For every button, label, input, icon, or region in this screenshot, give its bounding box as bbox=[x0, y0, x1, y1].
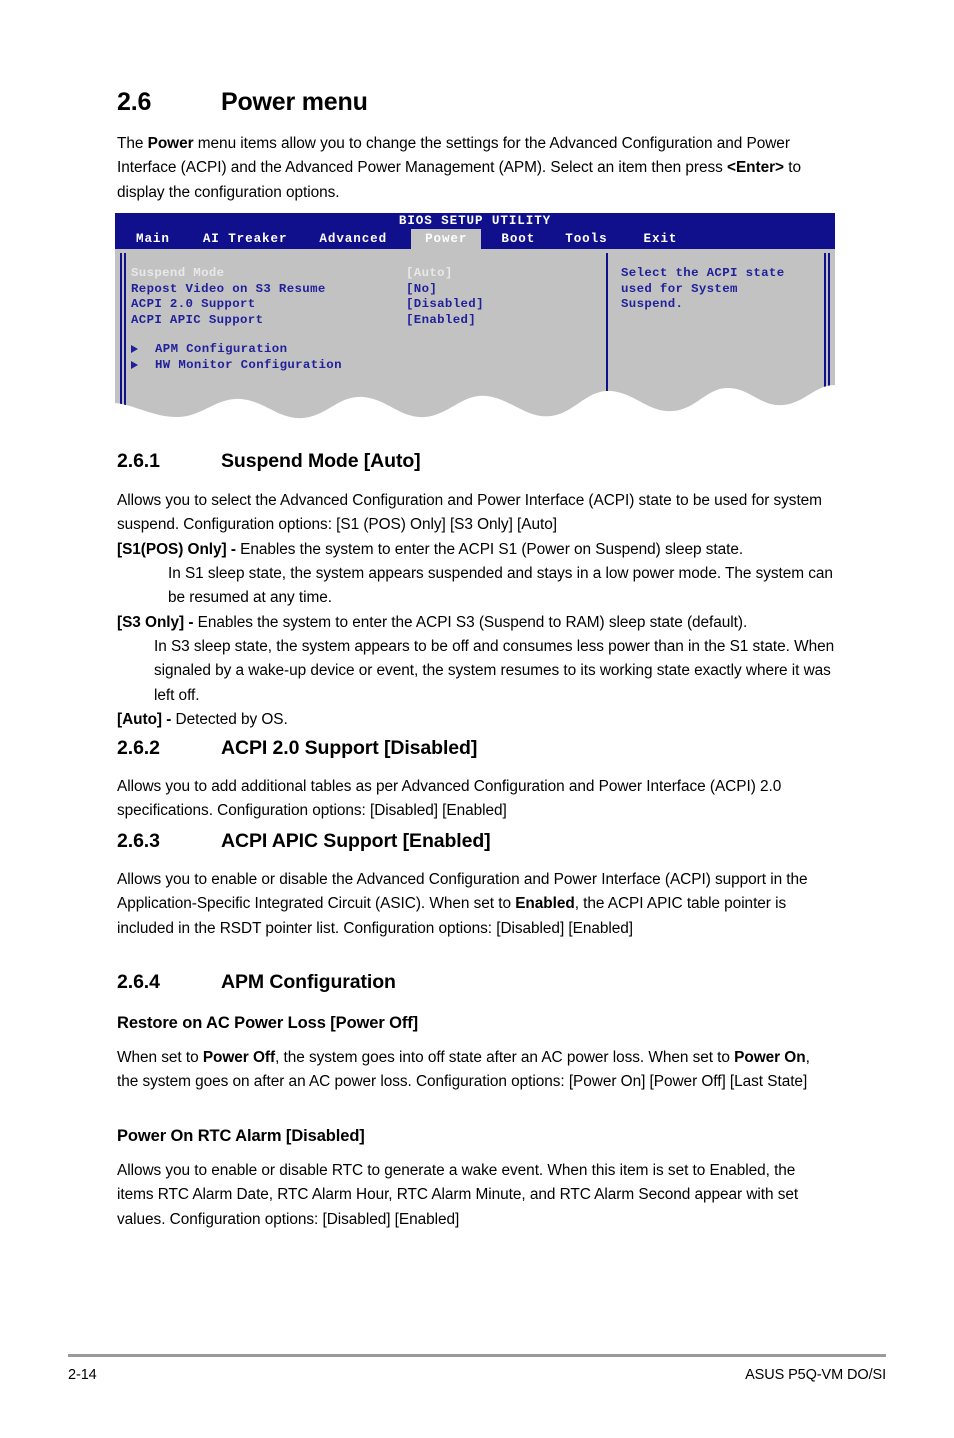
bios-setting-row[interactable]: ACPI APIC Support [Enabled] bbox=[131, 313, 601, 329]
s261-option-s1: [S1(POS) Only] - Enables the system to e… bbox=[117, 541, 744, 558]
bios-tab-exit[interactable]: Exit bbox=[636, 229, 686, 249]
subsection-title: ACPI APIC Support [Enabled] bbox=[221, 830, 491, 852]
section-intro-paragraph: The Power menu items allow you to change… bbox=[117, 135, 801, 201]
subsection-number: 2.6.2 bbox=[117, 737, 160, 759]
page-title: 2.6 Power menu bbox=[117, 88, 368, 117]
section-title: Power menu bbox=[221, 88, 368, 116]
bios-setting-row[interactable]: ACPI 2.0 Support [Disabled] bbox=[131, 297, 601, 313]
bios-tab-tools[interactable]: Tools bbox=[557, 229, 615, 249]
subsection-title: ACPI 2.0 Support [Disabled] bbox=[221, 737, 478, 759]
bios-panel-divider bbox=[606, 253, 608, 420]
heading-2-6-1: 2.6.1 Suspend Mode [Auto] bbox=[117, 450, 421, 473]
bios-setting-row[interactable]: Repost Video on S3 Resume [No] bbox=[131, 282, 601, 298]
heading-2-6-2: 2.6.2 ACPI 2.0 Support [Disabled] bbox=[117, 737, 477, 760]
s261-option-s1-continued: In S1 sleep state, the system appears su… bbox=[168, 565, 833, 607]
s261-option-s3-continued: In S3 sleep state, the system appears to… bbox=[154, 638, 835, 704]
heading-restore-on-ac-power-loss: Restore on AC Power Loss [Power Off] bbox=[117, 1014, 419, 1032]
triangle-right-icon bbox=[131, 361, 138, 369]
s261-body: Allows you to select the Advanced Config… bbox=[117, 492, 822, 534]
footer-divider bbox=[68, 1354, 886, 1357]
bios-tab-advanced[interactable]: Advanced bbox=[311, 229, 395, 249]
bios-tab-ai-treaker[interactable]: AI Treaker bbox=[195, 229, 296, 249]
bios-menu-bar: Main AI Treaker Advanced Power Boot Tool… bbox=[115, 229, 835, 249]
bios-setting-value[interactable]: [Enabled] bbox=[406, 313, 476, 329]
s263-body: Allows you to enable or disable the Adva… bbox=[117, 871, 808, 937]
subsection-number: 2.6.1 bbox=[117, 450, 160, 472]
subsection-title: APM Configuration bbox=[221, 971, 396, 993]
bios-utility-title: BIOS SETUP UTILITY bbox=[398, 214, 552, 228]
heading-2-6-3: 2.6.3 ACPI APIC Support [Enabled] bbox=[117, 830, 491, 853]
bios-setting-value[interactable]: [No] bbox=[406, 282, 437, 298]
bios-setting-label: ACPI APIC Support bbox=[131, 312, 264, 327]
bios-setting-row[interactable]: Suspend Mode [Auto] bbox=[131, 266, 601, 282]
subsection-number: 2.6.4 bbox=[117, 971, 160, 993]
bios-setting-label: Repost Video on S3 Resume bbox=[131, 281, 326, 296]
bios-tab-main[interactable]: Main bbox=[128, 229, 178, 249]
bios-setting-label: ACPI 2.0 Support bbox=[131, 297, 256, 311]
s262-body: Allows you to add additional tables as p… bbox=[117, 778, 782, 820]
bios-tab-boot[interactable]: Boot bbox=[493, 229, 543, 249]
s261-option-s3: [S3 Only] - Enables the system to enter … bbox=[117, 614, 748, 631]
heading-power-on-rtc-alarm: Power On RTC Alarm [Disabled] bbox=[117, 1127, 365, 1145]
bios-submenu-label: HW Monitor Configuration bbox=[155, 358, 342, 372]
bios-setting-value[interactable]: [Disabled] bbox=[406, 297, 484, 313]
s261-option-auto: [Auto] - Detected by OS. bbox=[117, 711, 288, 728]
bios-setting-value[interactable]: [Auto] bbox=[406, 266, 453, 282]
bios-setting-label: Suspend Mode bbox=[131, 266, 225, 280]
page: 2.6 Power menu The Power menu items allow… bbox=[0, 0, 954, 1438]
bios-submenu-apm-configuration[interactable]: APM Configuration bbox=[131, 341, 342, 357]
bios-settings-list: Suspend Mode [Auto] Repost Video on S3 R… bbox=[131, 266, 601, 328]
bios-help-panel-text: Select the ACPI state used for System Su… bbox=[621, 266, 785, 311]
bios-frame-left-inner bbox=[124, 253, 126, 420]
bios-submenu-list: APM Configuration HW Monitor Configurati… bbox=[131, 341, 342, 373]
heading-2-6-4: 2.6.4 APM Configuration bbox=[117, 971, 396, 994]
bios-submenu-label: APM Configuration bbox=[155, 342, 288, 356]
bios-frame-right-inner bbox=[824, 253, 826, 420]
triangle-right-icon bbox=[131, 345, 138, 353]
subsection-title: Suspend Mode [Auto] bbox=[221, 450, 421, 472]
bios-setup-screenshot: BIOS SETUP UTILITY Main AI Treaker Advan… bbox=[115, 213, 835, 420]
subsection-number: 2.6.3 bbox=[117, 830, 160, 852]
s264-item2-body: Allows you to enable or disable RTC to g… bbox=[117, 1162, 799, 1228]
footer-product-name: ASUS P5Q-VM DO/SI bbox=[745, 1367, 886, 1383]
footer-page-number: 2-14 bbox=[68, 1367, 97, 1383]
section-number: 2.6 bbox=[117, 88, 152, 116]
bios-frame-right-outer bbox=[828, 253, 830, 420]
bios-tab-power[interactable]: Power bbox=[411, 229, 481, 249]
bios-frame-left-outer bbox=[120, 253, 122, 420]
bios-submenu-hw-monitor-configuration[interactable]: HW Monitor Configuration bbox=[131, 357, 342, 373]
s264-item1-body: When set to Power Off, the system goes i… bbox=[117, 1049, 810, 1091]
